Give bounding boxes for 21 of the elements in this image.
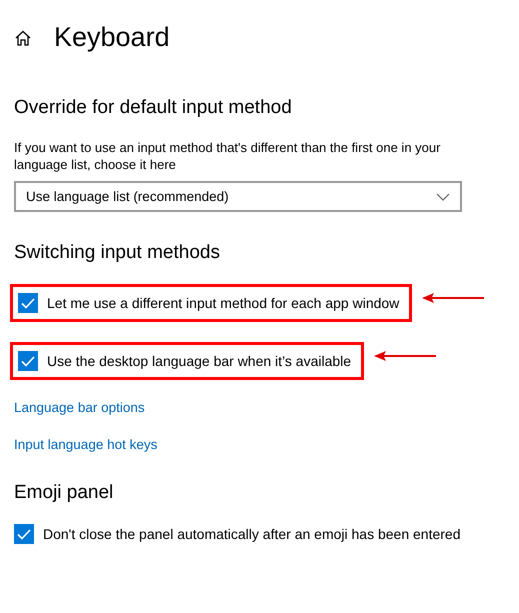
section-heading: Emoji panel bbox=[14, 482, 114, 504]
settings-link[interactable]: Input language hot keys bbox=[14, 437, 158, 452]
checkbox[interactable] bbox=[18, 351, 38, 371]
annotation-arrow bbox=[422, 292, 486, 304]
check-icon bbox=[21, 356, 35, 366]
check-icon bbox=[21, 298, 35, 308]
checkbox[interactable] bbox=[14, 524, 34, 544]
page-title: Keyboard bbox=[54, 22, 170, 53]
checkbox-label: Don't close the panel automatically after an emoji has been entered bbox=[43, 526, 460, 542]
chevron-down-icon bbox=[436, 192, 450, 200]
checkbox-label: Use the desktop language bar when it’s available bbox=[47, 353, 352, 369]
input-method-dropdown[interactable]: Use language list (recommended) bbox=[14, 181, 462, 212]
checkbox[interactable] bbox=[18, 293, 38, 313]
section-heading: Switching input methods bbox=[14, 242, 221, 264]
section-heading: Override for default input method bbox=[14, 97, 293, 119]
checkbox-label: Let me use a different input method for each app window bbox=[47, 295, 400, 311]
annotation-arrow bbox=[374, 350, 438, 362]
section-description: If you want to use an input method that's different than the first one in your language list, choose it here bbox=[14, 139, 442, 173]
settings-link[interactable]: Language bar options bbox=[14, 400, 145, 415]
check-icon bbox=[17, 528, 31, 540]
home-icon[interactable] bbox=[14, 28, 32, 46]
